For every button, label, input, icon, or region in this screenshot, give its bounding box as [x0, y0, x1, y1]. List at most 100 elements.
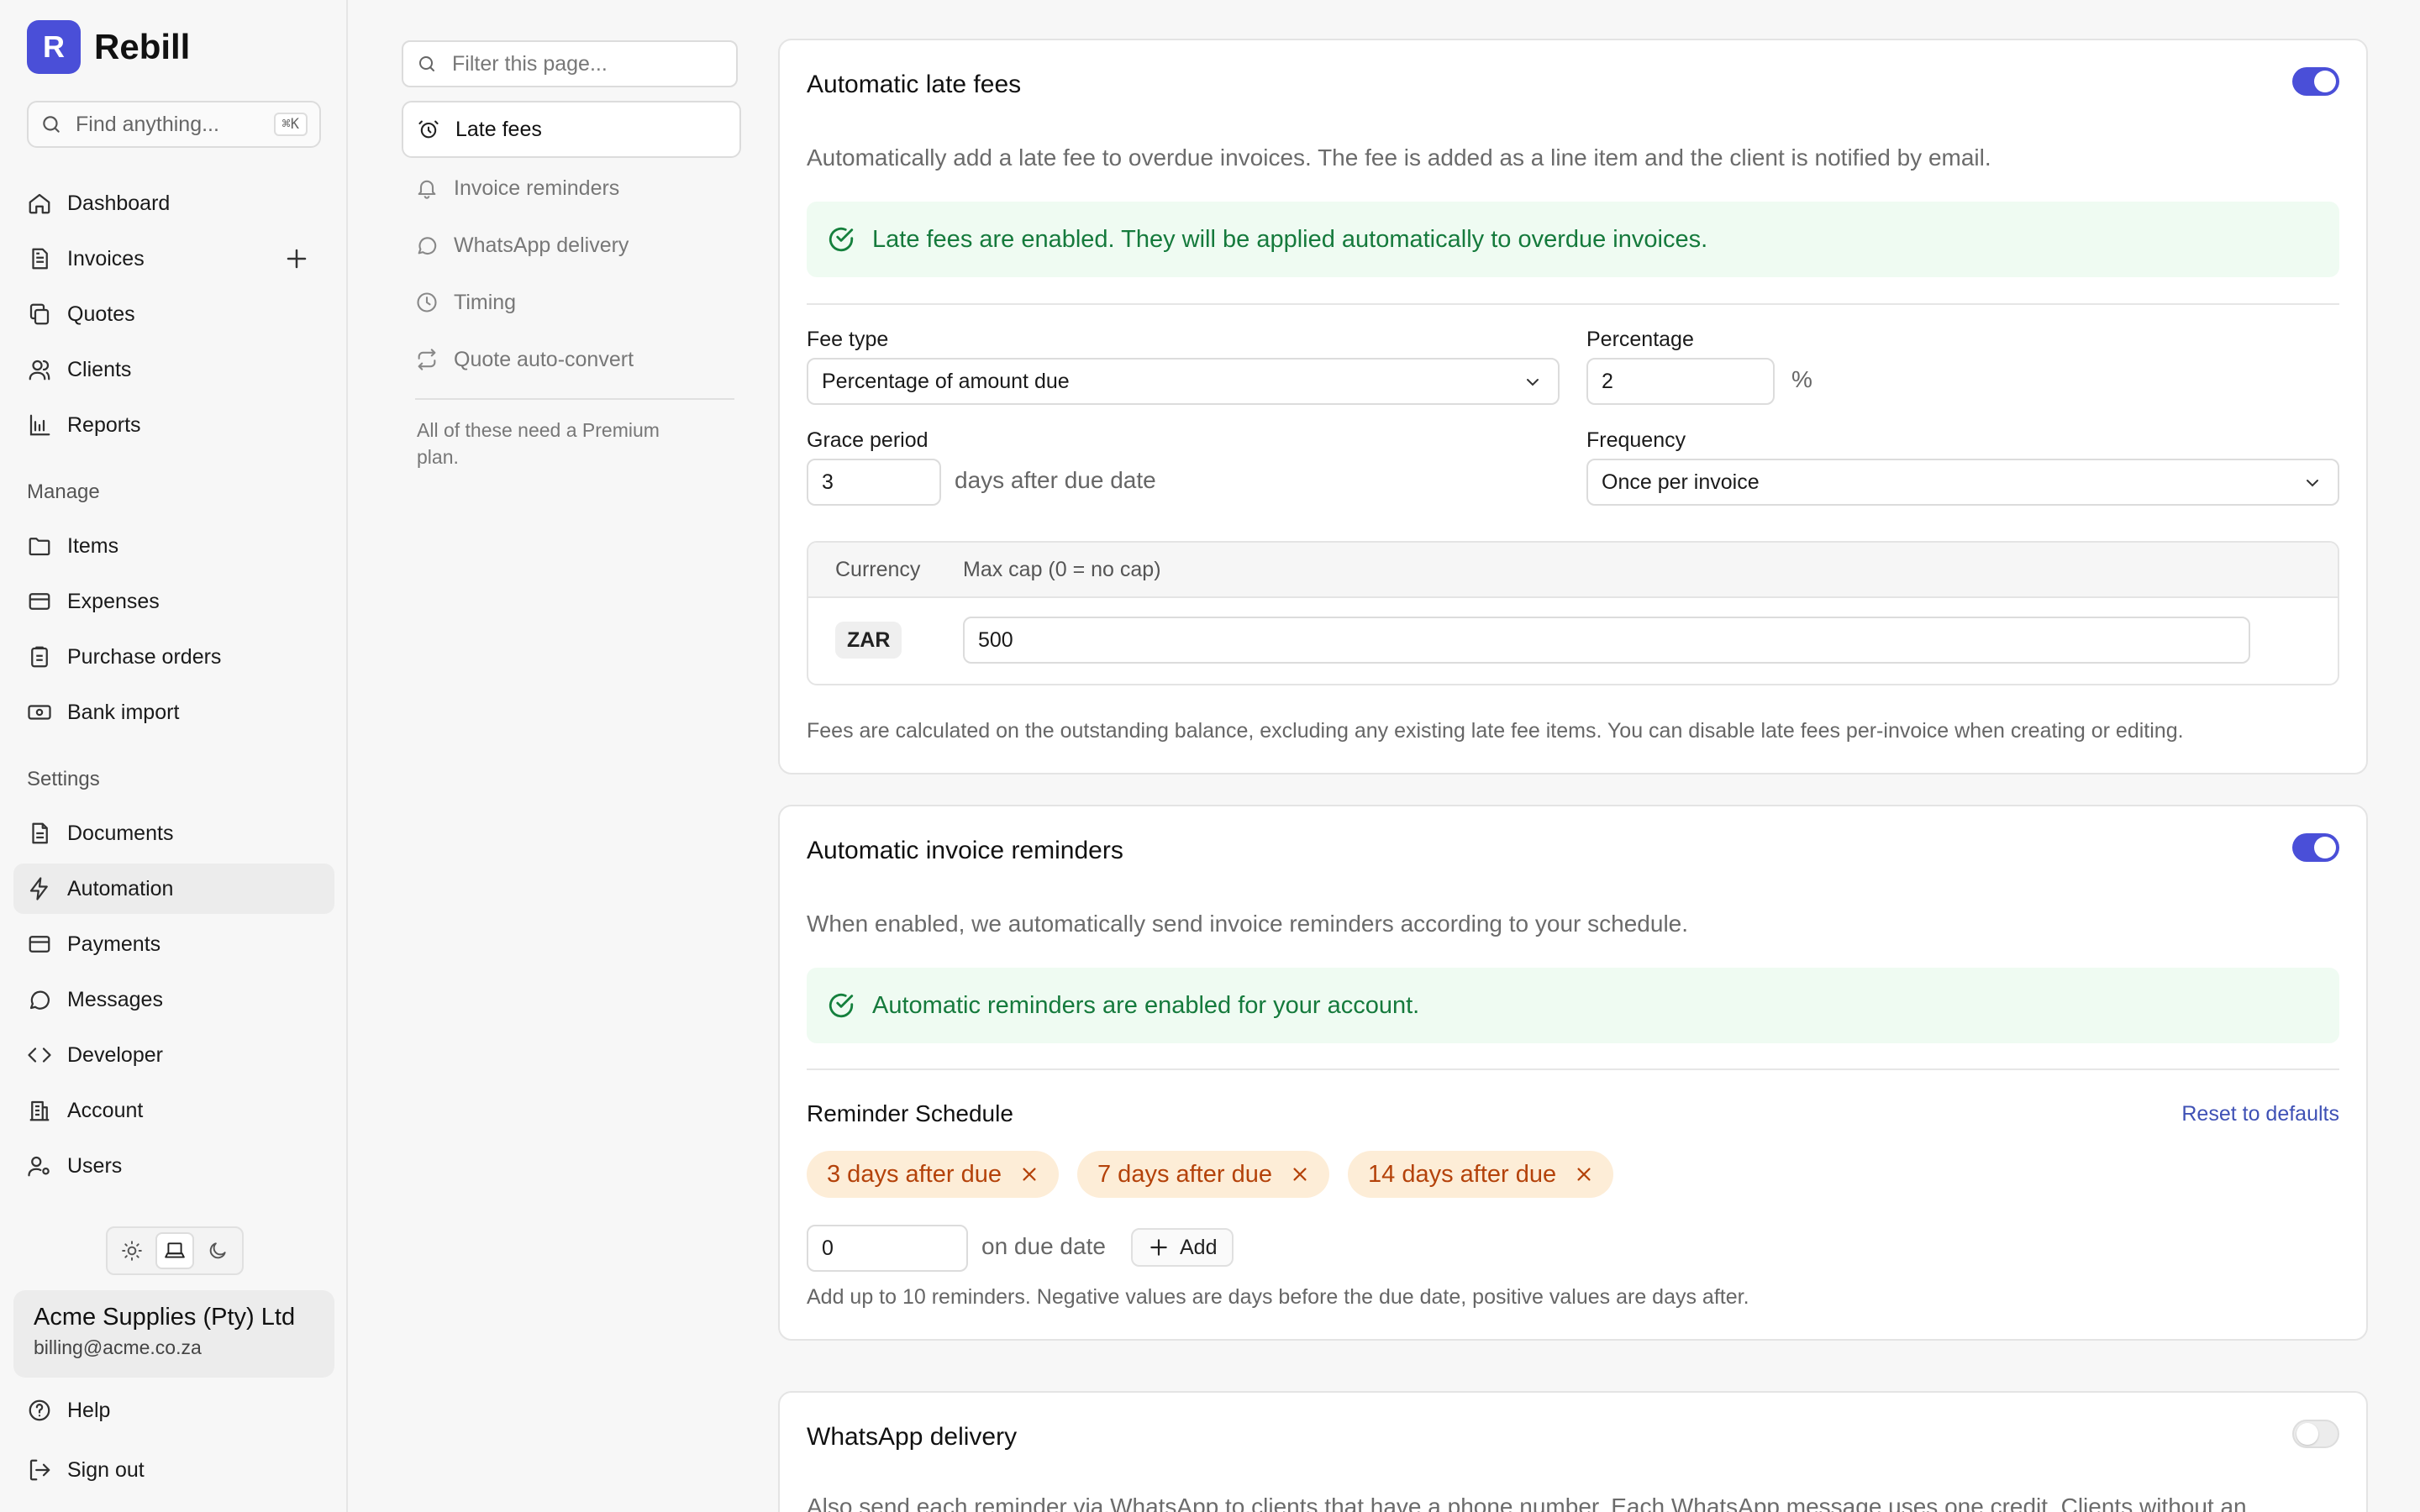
max-cap-table: Currency Max cap (0 = no cap) ZAR 500 — [807, 541, 2339, 685]
currency-badge: ZAR — [835, 622, 902, 659]
subnav-item-late-fees[interactable]: Late fees — [402, 101, 741, 158]
card-icon — [27, 932, 52, 957]
sidebar-item-label: Automation — [67, 876, 174, 900]
fee-type-select[interactable]: Percentage of amount due — [807, 358, 1560, 405]
alert-text: Late fees are enabled. They will be appl… — [872, 225, 1708, 253]
subnav-item-quote-auto-convert[interactable]: Quote auto-convert — [402, 333, 741, 386]
sidebar-item-invoices[interactable]: Invoices — [13, 234, 334, 284]
bell-icon — [415, 176, 439, 200]
copy-icon — [27, 302, 52, 327]
whatsapp-toggle[interactable] — [2292, 1420, 2339, 1448]
sidebar-item-quotes[interactable]: Quotes — [13, 289, 334, 339]
grace-period-label: Grace period — [807, 428, 929, 452]
subnav-item-label: Invoice reminders — [454, 176, 620, 200]
percentage-value: 2 — [1602, 369, 1613, 393]
sidebar-item-developer[interactable]: Developer — [13, 1030, 334, 1080]
frequency-label: Frequency — [1586, 428, 1686, 452]
sidebar-item-expenses[interactable]: Expenses — [13, 576, 334, 627]
search-icon — [40, 113, 62, 135]
sidebar-item-items[interactable]: Items — [13, 521, 334, 571]
subnav-item-whatsapp-delivery[interactable]: WhatsApp delivery — [402, 218, 741, 272]
sidebar-item-label: Quotes — [67, 302, 135, 326]
reminder-chip-label: 7 days after due — [1097, 1160, 1272, 1188]
reset-defaults-link[interactable]: Reset to defaults — [2181, 1102, 2339, 1126]
percentage-input[interactable]: 2 — [1586, 358, 1775, 405]
sidebar-item-label: Users — [67, 1153, 123, 1178]
reminder-days-value: 0 — [822, 1236, 834, 1260]
global-search-placeholder: Find anything... — [76, 112, 219, 136]
sidebar-item-clients[interactable]: Clients — [13, 344, 334, 395]
theme-light-button[interactable] — [113, 1232, 151, 1269]
theme-dark-button[interactable] — [198, 1232, 237, 1269]
chevron-down-icon — [1523, 372, 1543, 392]
sidebar-item-label: Purchase orders — [67, 644, 222, 669]
sidebar-item-label: Dashboard — [67, 191, 171, 215]
add-invoice-icon[interactable] — [284, 246, 309, 271]
sidebar-item-bank-import[interactable]: Bank import — [13, 687, 334, 738]
whatsapp-delivery-card: WhatsApp delivery Also send each reminde… — [778, 1391, 2368, 1512]
frequency-select[interactable]: Once per invoice — [1586, 459, 2339, 506]
section-heading-settings: Settings — [27, 768, 100, 790]
subnav-item-label: Timing — [454, 290, 517, 314]
settings-subnav: Late fees Invoice reminders WhatsApp del… — [402, 40, 741, 470]
sidebar-item-label: Expenses — [67, 589, 160, 613]
subnav-item-invoice-reminders[interactable]: Invoice reminders — [402, 161, 741, 215]
max-cap-input[interactable]: 500 — [963, 617, 2250, 664]
filter-field[interactable] — [402, 40, 738, 87]
reminder-chip-label: 14 days after due — [1368, 1160, 1557, 1188]
card-title: Automatic invoice reminders — [807, 837, 1123, 864]
account-switcher[interactable]: Acme Supplies (Pty) Ltd billing@acme.co.… — [13, 1290, 334, 1378]
folder-icon — [27, 533, 52, 559]
sidebar-item-label: Messages — [67, 987, 163, 1011]
percentage-suffix: % — [1791, 366, 1812, 392]
sidebar-item-label: Payments — [67, 932, 161, 956]
brand[interactable]: R Rebill — [27, 20, 190, 74]
theme-system-button[interactable] — [155, 1232, 194, 1269]
sidebar-item-account[interactable]: Account — [13, 1085, 334, 1136]
close-icon[interactable] — [1575, 1165, 1593, 1184]
check-circle-icon — [827, 991, 855, 1020]
card-description: Also send each reminder via WhatsApp to … — [807, 1494, 2247, 1512]
sidebar-item-label: Bank import — [67, 700, 180, 724]
reminder-days-input[interactable]: 0 — [807, 1225, 968, 1272]
invoice-icon — [27, 246, 52, 271]
grace-period-input[interactable]: 3 — [807, 459, 941, 506]
help-link[interactable]: Help — [27, 1392, 110, 1429]
add-reminder-button[interactable]: Add — [1131, 1228, 1234, 1267]
grace-period-suffix: days after due date — [955, 467, 1156, 493]
late-fees-toggle[interactable] — [2292, 67, 2339, 96]
section-heading-manage: Manage — [27, 480, 100, 503]
clock-icon — [415, 291, 439, 314]
help-label: Help — [67, 1398, 111, 1422]
global-search[interactable]: Find anything... ⌘K — [27, 101, 321, 148]
sidebar-item-purchase-orders[interactable]: Purchase orders — [13, 632, 334, 682]
fee-type-label: Fee type — [807, 328, 889, 351]
sidebar-item-payments[interactable]: Payments — [13, 919, 334, 969]
building-icon — [27, 1098, 52, 1123]
sidebar-item-messages[interactable]: Messages — [13, 974, 334, 1025]
sidebar-item-automation[interactable]: Automation — [13, 864, 334, 914]
repeat-icon — [415, 348, 439, 371]
check-circle-icon — [827, 225, 855, 254]
account-email: billing@acme.co.za — [34, 1336, 202, 1358]
reminders-toggle[interactable] — [2292, 833, 2339, 862]
fee-type-value: Percentage of amount due — [822, 369, 1070, 393]
sidebar-item-dashboard[interactable]: Dashboard — [13, 178, 334, 228]
subnav-item-label: WhatsApp delivery — [454, 233, 629, 257]
reminder-chip-label: 3 days after due — [827, 1160, 1002, 1188]
message-icon — [415, 234, 439, 257]
sign-out-link[interactable]: Sign out — [27, 1452, 145, 1488]
chevron-down-icon — [2302, 473, 2323, 493]
filter-input[interactable] — [452, 51, 723, 76]
sidebar-item-reports[interactable]: Reports — [13, 400, 334, 450]
sidebar-item-documents[interactable]: Documents — [13, 808, 334, 858]
close-icon[interactable] — [1020, 1165, 1039, 1184]
subnav-item-timing[interactable]: Timing — [402, 276, 741, 329]
card-icon — [27, 589, 52, 614]
sidebar-item-users[interactable]: Users — [13, 1141, 334, 1191]
subnav-item-label: Late fees — [455, 117, 542, 141]
card-title: WhatsApp delivery — [807, 1423, 1018, 1451]
close-icon[interactable] — [1291, 1165, 1309, 1184]
help-circle-icon — [27, 1398, 52, 1423]
zap-icon — [27, 876, 52, 901]
